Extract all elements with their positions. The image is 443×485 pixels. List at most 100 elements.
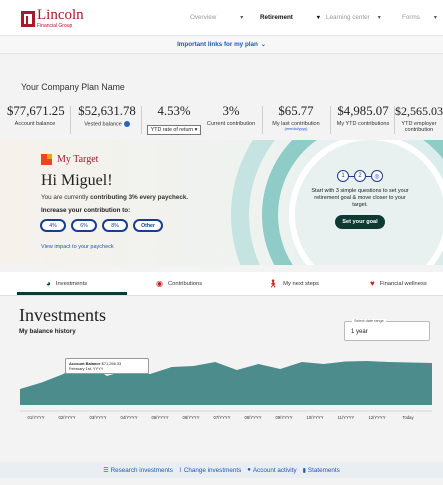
stat-label: Vested balance <box>84 121 122 128</box>
bottom-links: ☰ Research investments ⌇ Change investme… <box>0 462 443 478</box>
nav-forms-label: Forms <box>402 14 420 21</box>
stat-label: YTD employer contribution <box>401 121 437 133</box>
divider <box>141 106 142 134</box>
nav-learning-center[interactable]: Learning center ▾ <box>326 14 381 21</box>
x-tick-label: 03/YYYY <box>90 415 107 420</box>
stat-value: $65.77 <box>278 104 314 118</box>
heart-icon: ♥ <box>370 279 375 288</box>
research-investments-link[interactable]: ☰ Research investments <box>103 467 173 474</box>
contribution-status: You are currently contributing 3% every … <box>41 194 188 201</box>
tab-investments[interactable]: ◕ Investments <box>46 280 87 288</box>
x-tick-label: 10/YYYY <box>307 415 324 420</box>
nav-retirement-label: Retirement <box>260 14 293 21</box>
info-icon[interactable] <box>123 121 130 127</box>
link-label: Statements <box>307 466 340 474</box>
stat-value: 3% <box>222 104 240 118</box>
chevron-down-icon: ▾ <box>316 15 320 21</box>
active-tab-indicator <box>17 292 127 295</box>
account-activity-link[interactable]: ● Account activity <box>247 467 296 474</box>
date-range-select[interactable]: Select date range 1 year <box>344 319 430 341</box>
tab-financial-wellness[interactable]: ♥ Financial wellness <box>370 280 427 288</box>
stat-label: Account balance <box>14 121 56 127</box>
stat-sublabel: (mm/dd/yyyy) <box>284 127 308 131</box>
chevron-down-icon: ▾ <box>194 127 198 133</box>
stat-last-contribution: $65.77 My last contribution (mm/dd/yyyy) <box>265 104 327 131</box>
nav-learning-label: Learning center <box>326 14 370 21</box>
stat-value: $4,985.07 <box>337 104 389 118</box>
important-links-toggle[interactable]: Important links for my plan ⌄ <box>0 36 443 54</box>
step-1: 1 <box>337 170 349 182</box>
account-summary: $77,671.25 Account balance $52,631.78 Ve… <box>0 104 443 136</box>
contribution-options: 4% 6% 8% Other <box>40 219 168 232</box>
list-icon: ☰ <box>103 467 109 474</box>
tab-next-steps[interactable]: 🚶︎ My next steps <box>268 280 319 288</box>
chart-tooltip: Account Balance $71,256.33 February 1st,… <box>65 358 149 374</box>
x-tick-label: 09/YYYY <box>276 415 293 420</box>
stat-label: Current contribution <box>206 121 256 127</box>
nav-overview[interactable]: Overview ▾ <box>190 14 243 21</box>
x-tick-label: 02/YYYY <box>59 415 76 420</box>
walking-person-icon: 🚶︎ <box>268 279 279 288</box>
chevron-down-icon: ⌄ <box>260 42 266 48</box>
stat-value: 4.53% <box>157 104 191 118</box>
top-nav: Lincoln Financial Group Overview ▾ Retir… <box>0 0 443 36</box>
range-value: 1 year <box>351 329 368 335</box>
pie-chart-icon: ◕ <box>46 279 51 288</box>
stat-ytd-contributions: $4,985.07 My YTD contributions <box>332 104 394 127</box>
ytd-return-select[interactable]: YTD rate of return ▾ <box>146 125 202 135</box>
stat-employer-contribution: $2,565.03 YTD employer contribution <box>395 104 443 133</box>
clock-icon: ● <box>247 467 251 473</box>
x-tick-label: 12/YYYY <box>369 415 386 420</box>
greeting: Hi Miguel! <box>41 172 113 189</box>
stat-value: $2,565.03 <box>395 104 443 118</box>
statements-link[interactable]: ▮ Statements <box>303 467 340 474</box>
stat-label: YTD rate of return <box>150 127 194 133</box>
change-investments-link[interactable]: ⌇ Change investments <box>179 467 241 474</box>
chevron-down-icon: ▾ <box>433 15 437 21</box>
range-label: Select date range <box>352 319 386 323</box>
goal-panel: 1 2 ◎ Start with 3 simple questions to s… <box>308 168 412 229</box>
x-tick-label: 04/YYYY <box>121 415 138 420</box>
x-tick-label: Today <box>402 415 414 420</box>
x-tick-label: 05/YYYY <box>152 415 169 420</box>
important-links-label: Important links for my plan <box>177 41 258 48</box>
set-goal-button[interactable]: Set your goal <box>335 215 385 229</box>
nav-overview-label: Overview <box>190 14 217 21</box>
increase-label: Increase your contribution to: <box>41 207 131 214</box>
target-icon: ◎ <box>371 170 383 182</box>
option-4-button[interactable]: 4% <box>40 219 66 232</box>
tooltip-value: $71,256.33 <box>101 361 122 366</box>
chevron-down-icon: ▾ <box>240 15 244 21</box>
x-tick-label: 11/YYYY <box>338 415 355 420</box>
stat-current-contribution: 3% Current contribution <box>203 104 259 127</box>
option-8-button[interactable]: 8% <box>102 219 128 232</box>
my-target-title: My Target <box>57 154 99 165</box>
option-other-button[interactable]: Other <box>133 219 163 232</box>
x-tick-label: 07/YYYY <box>214 415 231 420</box>
nav-retirement[interactable]: Retirement ▾ <box>260 14 320 21</box>
my-target-heading: My Target <box>41 154 98 165</box>
tab-contributions[interactable]: ◉ Contributions <box>156 280 202 288</box>
link-label: Account activity <box>252 466 297 474</box>
contrib-prefix: You are currently <box>41 194 89 201</box>
chart-icon: ⌇ <box>178 467 182 474</box>
view-impact-link[interactable]: View impact to your paycheck <box>41 244 114 250</box>
nav-forms[interactable]: Forms ▾ <box>402 14 437 21</box>
contrib-bold: contributing 3% every paycheck. <box>90 194 189 201</box>
divider <box>262 106 263 134</box>
step-2: 2 <box>354 170 366 182</box>
chevron-down-icon: ▾ <box>377 15 381 21</box>
tooltip-date: February 1st, YYYY <box>69 366 104 371</box>
stat-label: My YTD contributions <box>336 121 390 127</box>
page: Lincoln Financial Group Overview ▾ Retir… <box>0 0 443 485</box>
investments-title: Investments <box>19 305 106 325</box>
stat-value: $77,671.25 <box>7 104 65 118</box>
divider <box>70 106 71 134</box>
money-icon: ◉ <box>156 279 163 288</box>
stat-vested-balance: $52,631.78 Vested balance <box>76 104 138 127</box>
link-label: Research investments <box>110 466 173 474</box>
plan-name: Your Company Plan Name <box>21 82 125 92</box>
link-label: Change investments <box>183 466 242 474</box>
option-6-button[interactable]: 6% <box>71 219 97 232</box>
stat-account-balance: $77,671.25 Account balance <box>7 104 65 127</box>
